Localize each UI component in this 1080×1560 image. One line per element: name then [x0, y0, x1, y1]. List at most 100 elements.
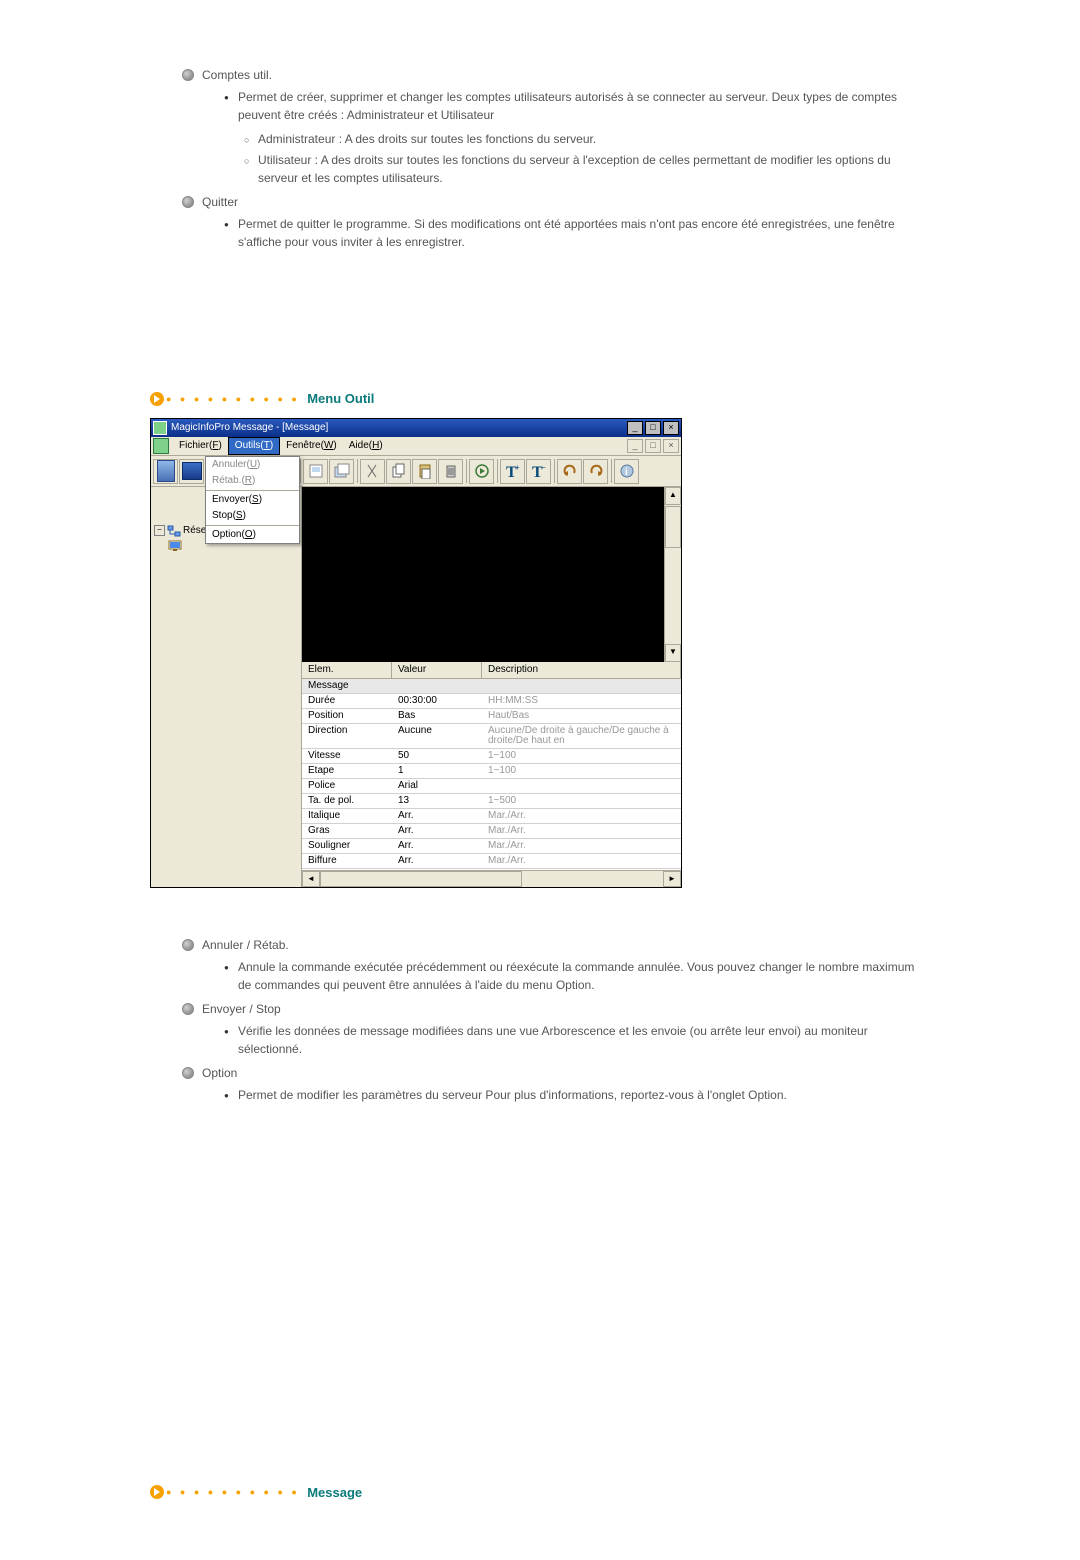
preview-scrollbar[interactable]: ▲ ▼: [664, 487, 681, 662]
table-cell[interactable]: Arr.: [392, 839, 482, 853]
toolbar-zoomin-button[interactable]: T+: [500, 459, 525, 484]
table-row[interactable]: DirectionAucuneAucune/De droite à gauche…: [302, 724, 681, 749]
toolbar-save-button[interactable]: [303, 459, 328, 484]
table-cell[interactable]: Arr.: [392, 824, 482, 838]
menu-window[interactable]: Fenêtre(W): [280, 437, 343, 455]
toolbar-copy-button[interactable]: [386, 459, 411, 484]
table-cell[interactable]: Arr.: [392, 809, 482, 823]
table-hscrollbar[interactable]: ◄ ►: [302, 870, 681, 887]
close-button[interactable]: ×: [663, 421, 679, 435]
window-titlebar[interactable]: MagicInfoPro Message - [Message] _ □ ×: [151, 419, 681, 437]
preview-area: ▲ ▼: [302, 487, 681, 662]
table-cell[interactable]: [392, 679, 482, 693]
toolbar-zoomout-button[interactable]: T−: [526, 459, 551, 484]
table-cell: Etape: [302, 764, 392, 778]
menu-help[interactable]: Aide(H): [343, 437, 389, 455]
toolbar-saveall-button[interactable]: [329, 459, 354, 484]
option-title: Option: [202, 1066, 237, 1080]
toolbar-open-button[interactable]: [179, 459, 204, 484]
table-row[interactable]: Ta. de pol.131~500: [302, 794, 681, 809]
table-cell[interactable]: Aucune: [392, 724, 482, 748]
table-row[interactable]: Etape11~100: [302, 764, 681, 779]
menu-stop[interactable]: Stop(S): [206, 508, 299, 524]
network-icon: [167, 525, 181, 537]
quitter-title: Quitter: [202, 195, 238, 209]
table-cell[interactable]: 1: [392, 764, 482, 778]
table-cell: Mar./Arr.: [482, 839, 681, 853]
mdi-minimize-button[interactable]: _: [627, 439, 643, 453]
table-cell: Direction: [302, 724, 392, 748]
toolbar-info-button[interactable]: i: [614, 459, 639, 484]
th-elem[interactable]: Elem.: [302, 662, 392, 678]
table-row[interactable]: Vitesse501~100: [302, 749, 681, 764]
bullet-icon: [182, 1067, 194, 1079]
toolbar-new-button[interactable]: [153, 459, 178, 484]
table-cell[interactable]: 00:30:00: [392, 694, 482, 708]
table-cell: Vitesse: [302, 749, 392, 763]
table-cell: Ta. de pol.: [302, 794, 392, 808]
table-cell: Gras: [302, 824, 392, 838]
table-cell: Italique: [302, 809, 392, 823]
table-row[interactable]: PoliceArial: [302, 779, 681, 794]
th-description[interactable]: Description: [482, 662, 681, 678]
table-cell[interactable]: 50: [392, 749, 482, 763]
table-cell[interactable]: Arial: [392, 779, 482, 793]
option-desc: Permet de modifier les paramètres du ser…: [238, 1086, 930, 1104]
dot-trail-icon: ● ● ● ● ● ● ● ● ● ●: [166, 394, 300, 404]
menu-option[interactable]: Option(O): [206, 527, 299, 543]
scroll-up-icon[interactable]: ▲: [665, 487, 681, 505]
app-screenshot: MagicInfoPro Message - [Message] _ □ × F…: [150, 418, 682, 888]
menu-bar: Fichier(F) Outils(T) Fenêtre(W) Aide(H) …: [151, 437, 681, 456]
toolbar-redo-button[interactable]: [583, 459, 608, 484]
toolbar-paste-button[interactable]: [412, 459, 437, 484]
table-cell: Mar./Arr.: [482, 824, 681, 838]
scroll-thumb[interactable]: [665, 506, 681, 548]
scroll-down-icon[interactable]: ▼: [665, 644, 681, 662]
scroll-left-icon[interactable]: ◄: [302, 871, 320, 887]
toolbar-send-button[interactable]: [469, 459, 494, 484]
menu-file[interactable]: Fichier(F): [173, 437, 228, 455]
svg-text:i: i: [625, 467, 628, 478]
table-row[interactable]: BiffureArr.Mar./Arr.: [302, 854, 681, 869]
menu-redo[interactable]: Rétab.(R): [206, 473, 299, 489]
table-cell: Mar./Arr.: [482, 854, 681, 868]
table-row[interactable]: Durée00:30:00HH:MM:SS: [302, 694, 681, 709]
tree-label-network: Rése: [183, 526, 206, 536]
scroll-right-icon[interactable]: ►: [663, 871, 681, 887]
toolbar-delete-button[interactable]: [438, 459, 463, 484]
scroll-thumb[interactable]: [320, 871, 522, 887]
svg-text:+: +: [515, 463, 520, 472]
mdi-restore-button[interactable]: □: [645, 439, 661, 453]
menu-send[interactable]: Envoyer(S): [206, 492, 299, 508]
toolbar-undo-button[interactable]: [557, 459, 582, 484]
item-comptes: Comptes util. Permet de créer, supprimer…: [182, 68, 930, 187]
mdi-close-button[interactable]: ×: [663, 439, 679, 453]
table-cell[interactable]: 13: [392, 794, 482, 808]
table-row[interactable]: ItaliqueArr.Mar./Arr.: [302, 809, 681, 824]
scroll-track[interactable]: [320, 871, 663, 887]
table-row[interactable]: PositionBasHaut/Bas: [302, 709, 681, 724]
tree-node-item[interactable]: [154, 538, 206, 553]
table-cell[interactable]: Arr.: [392, 854, 482, 868]
table-cell: Biffure: [302, 854, 392, 868]
comptes-title: Comptes util.: [202, 68, 272, 82]
table-cell: Souligner: [302, 839, 392, 853]
collapse-icon[interactable]: −: [154, 525, 165, 536]
th-valeur[interactable]: Valeur: [392, 662, 482, 678]
table-row[interactable]: GrasArr.Mar./Arr.: [302, 824, 681, 839]
table-cell: 1~100: [482, 749, 681, 763]
toolbar-separator: [466, 459, 467, 483]
menu-tools[interactable]: Outils(T): [228, 437, 280, 455]
item-envoyer: Envoyer / Stop Vérifie les données de me…: [182, 1002, 930, 1058]
table-row[interactable]: Message: [302, 679, 681, 694]
table-cell: Police: [302, 779, 392, 793]
bullet-icon: [182, 939, 194, 951]
table-cell[interactable]: Bas: [392, 709, 482, 723]
toolbar-cut-button[interactable]: [360, 459, 385, 484]
menu-undo[interactable]: Annuler(U): [206, 457, 299, 473]
table-cell: Position: [302, 709, 392, 723]
tree-node-network[interactable]: − Rése: [154, 523, 206, 538]
table-row[interactable]: SoulignerArr.Mar./Arr.: [302, 839, 681, 854]
minimize-button[interactable]: _: [627, 421, 643, 435]
maximize-button[interactable]: □: [645, 421, 661, 435]
